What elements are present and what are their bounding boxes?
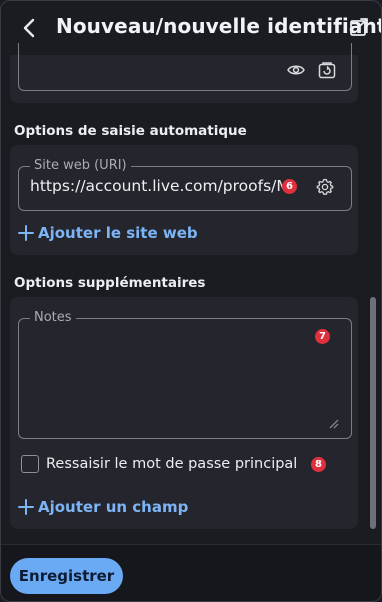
eye-icon[interactable] <box>287 63 305 77</box>
website-legend: Site web (URI) <box>30 158 131 174</box>
resize-handle-icon[interactable] <box>327 417 339 429</box>
page-title: Nouveau/nouvelle identifiant <box>56 14 382 38</box>
chevron-left-icon <box>22 18 36 38</box>
app-frame: Nouveau/nouvelle identifiant Options de … <box>0 0 382 602</box>
scrollbar[interactable] <box>370 297 376 529</box>
reprompt-checkbox[interactable] <box>21 455 39 473</box>
add-website-link[interactable]: Ajouter le site web <box>18 224 198 242</box>
website-badge: 6 <box>282 179 297 194</box>
notes-field[interactable]: Notes <box>18 310 352 439</box>
plus-icon <box>18 225 34 241</box>
add-website-label: Ajouter le site web <box>38 224 198 242</box>
plus-icon <box>18 499 34 515</box>
website-input[interactable]: https://account.live.com/proofs/Mana <box>30 177 284 195</box>
add-field-label: Ajouter un champ <box>38 498 189 516</box>
back-button[interactable] <box>17 15 41 41</box>
reprompt-label[interactable]: Ressaisir le mot de passe principal <box>46 456 297 472</box>
popout-icon <box>349 17 371 37</box>
notes-legend: Notes <box>30 310 76 326</box>
save-button[interactable]: Enregistrer <box>10 558 123 594</box>
add-field-link[interactable]: Ajouter un champ <box>18 498 188 516</box>
notes-badge: 7 <box>315 329 330 344</box>
additional-heading: Options supplémentaires <box>14 275 206 291</box>
reprompt-badge: 8 <box>311 457 326 472</box>
gear-icon[interactable] <box>316 178 334 196</box>
generate-password-icon[interactable] <box>318 61 336 79</box>
popout-button[interactable] <box>349 17 371 39</box>
autofill-heading: Options de saisie automatique <box>14 123 247 139</box>
